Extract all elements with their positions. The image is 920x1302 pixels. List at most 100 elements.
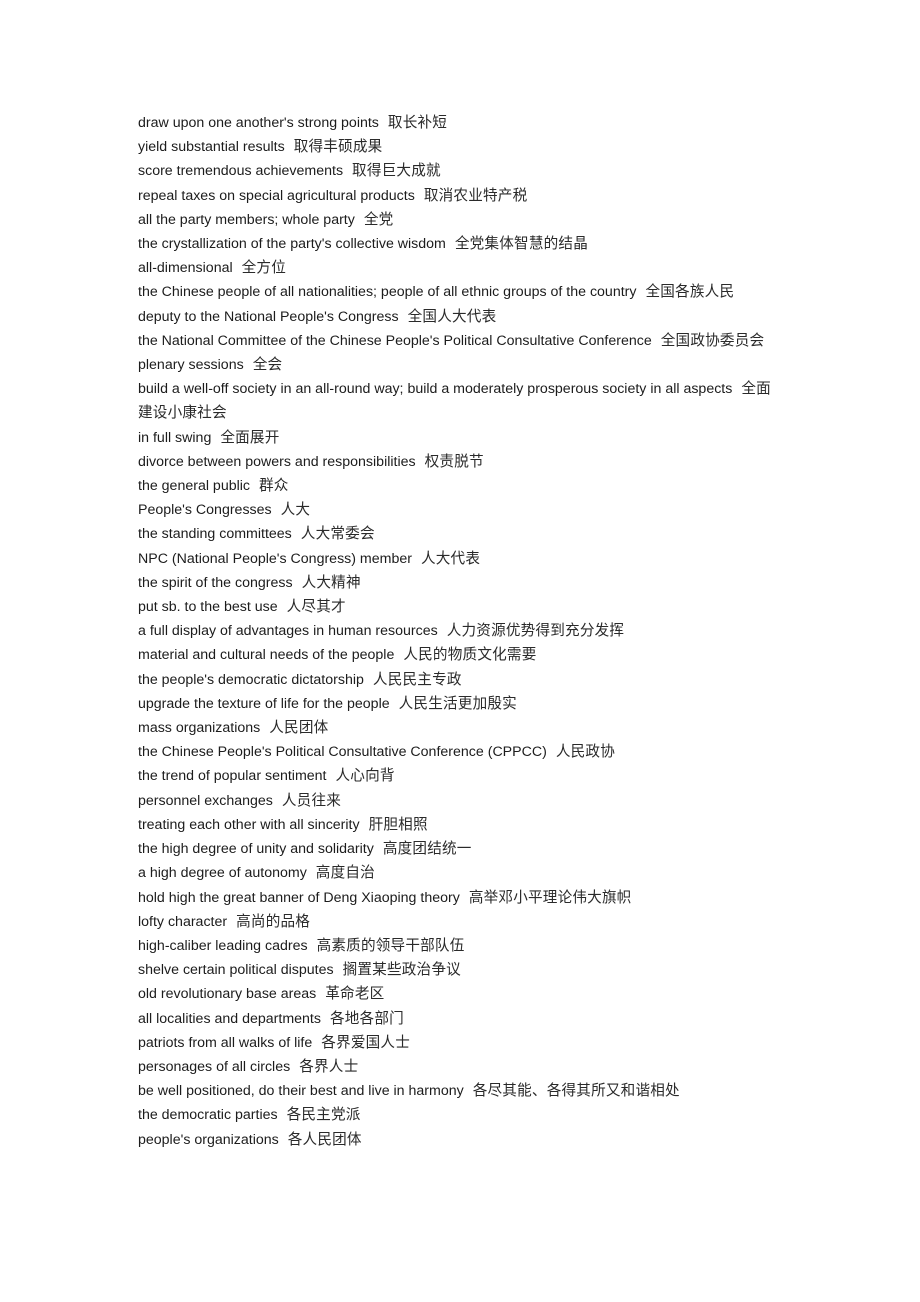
glossary-term-chinese: 人大代表 bbox=[420, 549, 481, 567]
glossary-term-english: the Chinese People's Political Consultat… bbox=[138, 744, 547, 761]
glossary-term-english: put sb. to the best use bbox=[138, 599, 278, 616]
glossary-entry: the standing committees 人大常委会 bbox=[138, 522, 784, 546]
glossary-entry: mass organizations 人民团体 bbox=[138, 716, 784, 740]
glossary-term-english: patriots from all walks of life bbox=[138, 1034, 313, 1051]
glossary-term-english: be well positioned, do their best and li… bbox=[138, 1083, 464, 1100]
glossary-term-english: yield substantial results bbox=[138, 139, 285, 156]
glossary-term-english: lofty character bbox=[138, 913, 228, 930]
glossary-term-english: draw upon one another's strong points bbox=[138, 115, 379, 131]
glossary-term-chinese: 各民主党派 bbox=[286, 1106, 361, 1124]
glossary-term-english: the high degree of unity and solidarity bbox=[138, 841, 374, 858]
glossary-term-chinese: 人民政协 bbox=[555, 743, 616, 761]
glossary-entry: lofty character 高尚的品格 bbox=[138, 910, 784, 934]
glossary-term-chinese: 人民生活更加殷实 bbox=[398, 694, 517, 712]
glossary-term-chinese: 高素质的领导干部队伍 bbox=[316, 936, 465, 954]
glossary-term-chinese: 搁置某些政治争议 bbox=[342, 961, 461, 979]
glossary-entry: upgrade the texture of life for the peop… bbox=[138, 692, 784, 716]
glossary-entry: a high degree of autonomy 高度自治 bbox=[138, 861, 784, 885]
glossary-term-chinese: 取长补短 bbox=[387, 114, 448, 131]
glossary-term-chinese: 全党集体智慧的结晶 bbox=[454, 235, 589, 253]
glossary-entry: the National Committee of the Chinese Pe… bbox=[138, 329, 784, 353]
glossary-term-english: people's organizations bbox=[138, 1131, 279, 1148]
glossary-entry: personnel exchanges 人员往来 bbox=[138, 789, 784, 813]
glossary-term-english: all the party members; whole party bbox=[138, 211, 355, 228]
glossary-term-chinese: 各界人士 bbox=[299, 1057, 359, 1075]
glossary-term-chinese: 革命老区 bbox=[325, 985, 385, 1003]
glossary-term-english: in full swing bbox=[138, 429, 212, 446]
glossary-term-english: all-dimensional bbox=[138, 260, 233, 277]
glossary-entry: patriots from all walks of life 各界爱国人士 bbox=[138, 1031, 784, 1055]
glossary-term-english: all localities and departments bbox=[138, 1010, 321, 1027]
glossary-entry: old revolutionary base areas 革命老区 bbox=[138, 982, 784, 1006]
glossary-entry: put sb. to the best use 人尽其才 bbox=[138, 595, 784, 619]
glossary-entry: be well positioned, do their best and li… bbox=[138, 1079, 784, 1103]
glossary-term-english: upgrade the texture of life for the peop… bbox=[138, 695, 390, 712]
glossary-entry: People's Congresses 人大 bbox=[138, 498, 784, 522]
glossary-term-english: People's Congresses bbox=[138, 502, 272, 519]
document-page: draw upon one another's strong points 取长补… bbox=[0, 0, 920, 1302]
glossary-entry: score tremendous achievements 取得巨大成就 bbox=[138, 159, 784, 183]
glossary-term-chinese: 高举邓小平理论伟大旗帜 bbox=[468, 888, 632, 906]
glossary-term-chinese: 取得丰硕成果 bbox=[293, 138, 383, 156]
glossary-term-english: the general public bbox=[138, 478, 251, 495]
glossary-term-english: personnel exchanges bbox=[138, 792, 273, 809]
glossary-term-english: the trend of popular sentiment bbox=[138, 768, 327, 785]
glossary-entry: the high degree of unity and solidarity 高… bbox=[138, 837, 784, 861]
glossary-entry: all-dimensional 全方位 bbox=[138, 256, 784, 280]
glossary-entry: the spirit of the congress 人大精神 bbox=[138, 571, 784, 595]
glossary-term-english: divorce between powers and responsibilit… bbox=[138, 453, 416, 470]
glossary-term-chinese: 人民的物质文化需要 bbox=[403, 646, 537, 664]
glossary-term-chinese: 全国人大代表 bbox=[407, 307, 497, 325]
glossary-term-chinese: 各尽其能、各得其所又和谐相处 bbox=[472, 1082, 680, 1100]
glossary-term-english: mass organizations bbox=[138, 720, 261, 737]
glossary-entry: the trend of popular sentiment 人心向背 bbox=[138, 764, 784, 788]
glossary-term-english: the people's democratic dictatorship bbox=[138, 671, 364, 688]
glossary-entry: deputy to the National People's Congress… bbox=[138, 305, 784, 329]
glossary-term-english: a high degree of autonomy bbox=[138, 865, 307, 882]
glossary-term-english: hold high the great banner of Deng Xiaop… bbox=[138, 889, 460, 906]
glossary-term-chinese: 人力资源优势得到充分发挥 bbox=[446, 622, 625, 640]
glossary-entry: treating each other with all sincerity 肝胆… bbox=[138, 813, 784, 837]
glossary-term-english: the Chinese people of all nationalities;… bbox=[138, 284, 637, 301]
glossary-term-chinese: 各界爱国人士 bbox=[321, 1033, 411, 1051]
glossary-term-english: old revolutionary base areas bbox=[138, 986, 317, 1003]
glossary-term-chinese: 高度自治 bbox=[315, 864, 375, 882]
glossary-term-chinese: 群众 bbox=[259, 477, 289, 495]
glossary-term-chinese: 各人民团体 bbox=[287, 1130, 362, 1148]
glossary-term-chinese: 全面展开 bbox=[220, 428, 280, 446]
glossary-term-chinese: 人大常委会 bbox=[300, 525, 375, 543]
glossary-term-english: the spirit of the congress bbox=[138, 574, 293, 591]
glossary-entry: yield substantial results 取得丰硕成果 bbox=[138, 135, 784, 159]
glossary-term-english: personages of all circles bbox=[138, 1058, 291, 1075]
glossary-entry: hold high the great banner of Deng Xiaop… bbox=[138, 886, 784, 910]
glossary-term-english: the democratic parties bbox=[138, 1107, 278, 1124]
glossary-term-chinese: 高尚的品格 bbox=[236, 912, 311, 930]
glossary-entry: high-caliber leading cadres 高素质的领导干部队伍 bbox=[138, 934, 784, 958]
glossary-entry: repeal taxes on special agricultural pro… bbox=[138, 184, 784, 208]
glossary-entry: the Chinese people of all nationalities;… bbox=[138, 280, 784, 304]
glossary-entry: draw upon one another's strong points 取长补… bbox=[138, 111, 784, 135]
glossary-entry: all the party members; whole party 全党 bbox=[138, 208, 784, 232]
glossary-entry: in full swing 全面展开 bbox=[138, 426, 784, 450]
glossary-entry: the general public 群众 bbox=[138, 474, 784, 498]
glossary-entry: shelve certain political disputes 搁置某些政治争… bbox=[138, 958, 784, 982]
glossary-entry: people's organizations 各人民团体 bbox=[138, 1128, 784, 1152]
glossary-term-english: NPC (National People's Congress) member bbox=[138, 550, 412, 567]
glossary-entry: the crystallization of the party's colle… bbox=[138, 232, 784, 256]
glossary-term-chinese: 取得巨大成就 bbox=[352, 162, 441, 180]
glossary-term-english: deputy to the National People's Congress bbox=[138, 308, 399, 325]
glossary-entry-list: draw upon one another's strong points 取长补… bbox=[138, 111, 784, 1152]
glossary-term-chinese: 人大精神 bbox=[301, 573, 361, 591]
glossary-term-english: treating each other with all sincerity bbox=[138, 816, 360, 833]
glossary-term-english: material and cultural needs of the peopl… bbox=[138, 647, 395, 664]
glossary-entry: the Chinese People's Political Consultat… bbox=[138, 740, 784, 764]
glossary-term-english: the standing committees bbox=[138, 526, 292, 543]
glossary-term-english: a full display of advantages in human re… bbox=[138, 623, 438, 640]
glossary-entry: plenary sessions 全会 bbox=[138, 353, 784, 377]
glossary-term-chinese: 全会 bbox=[252, 356, 283, 374]
glossary-term-chinese: 人大 bbox=[280, 501, 311, 519]
glossary-term-chinese: 人心向背 bbox=[335, 767, 395, 785]
glossary-term-chinese: 人员往来 bbox=[281, 791, 342, 809]
glossary-entry: build a well-off society in an all-round… bbox=[138, 377, 784, 425]
glossary-term-english: build a well-off society in an all-round… bbox=[138, 381, 733, 398]
